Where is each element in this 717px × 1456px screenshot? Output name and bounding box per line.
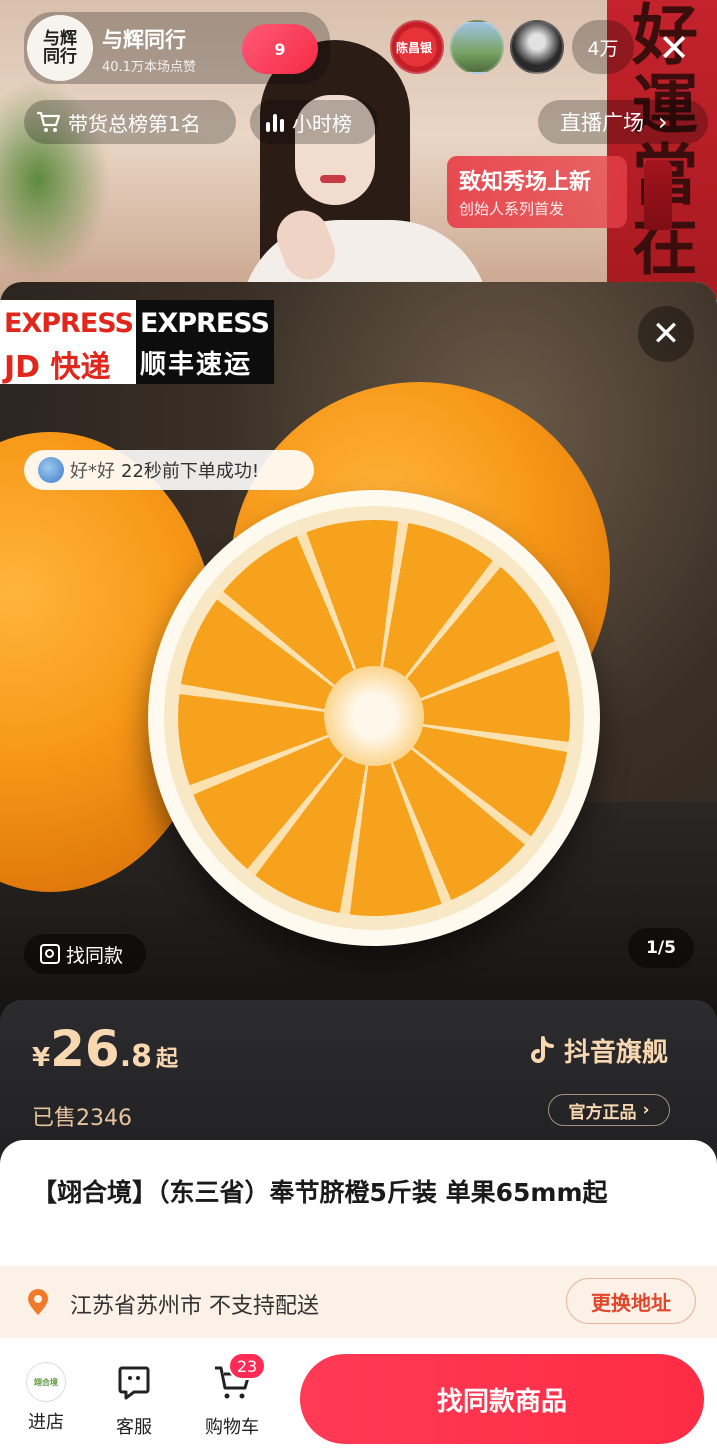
live-plaza-label: 直播广场: [560, 111, 644, 135]
viewer-count[interactable]: 4万: [572, 20, 634, 74]
change-address-button[interactable]: 更换地址: [566, 1278, 696, 1324]
flagship-store-label[interactable]: 抖音旗舰: [528, 1032, 668, 1069]
customer-service-label: 客服: [116, 1417, 152, 1438]
promo-card[interactable]: 致知秀场上新 创始人系列首发: [447, 156, 627, 228]
shop-logo-icon: 翊合境: [26, 1362, 66, 1402]
shop-tab-label: 进店: [28, 1412, 64, 1433]
toast-text: 22秒前下单成功!: [121, 461, 260, 482]
close-live-icon[interactable]: ✕: [652, 26, 696, 70]
cart-label: 购物车: [205, 1417, 259, 1438]
hour-rank-label: 小时榜: [292, 111, 352, 136]
find-similar-label: 找同款: [66, 944, 124, 967]
sf-express-badge: EXPRESS 顺丰速运: [136, 300, 274, 384]
scan-icon: [40, 944, 60, 964]
price: ¥ 26 .8 起: [32, 1020, 178, 1078]
product-title: 【翊合境】（东三省）奉节脐橙5斤装 单果65mm起: [32, 1178, 608, 1207]
product-sheet: EXPRESS JD 快递 EXPRESS 顺丰速运 ✕ 好*好 22秒前下单成…: [0, 282, 717, 1456]
host-info[interactable]: 与辉 同行 与辉同行 40.1万本场点赞 9: [24, 12, 330, 84]
image-page-indicator: 1/5: [628, 928, 694, 968]
douyin-note-icon: [531, 1035, 554, 1063]
order-toast: 好*好 22秒前下单成功!: [24, 450, 314, 490]
chat-icon: [118, 1366, 150, 1400]
sold-count: 已售2346: [32, 1106, 132, 1131]
viewer-avatar[interactable]: [510, 20, 564, 74]
host-avatar[interactable]: 与辉 同行: [27, 15, 93, 81]
sales-rank-label: 带货总榜第1名: [68, 111, 201, 136]
sales-rank-button[interactable]: 带货总榜第1名: [24, 100, 236, 144]
find-similar-button[interactable]: 找同款: [24, 934, 146, 974]
cart-icon: [37, 111, 61, 132]
jd-express-badge: EXPRESS JD 快递: [0, 300, 136, 385]
address-text: 江苏省苏州市 不支持配送: [70, 1294, 319, 1319]
buyer-avatar: [38, 457, 64, 483]
follow-heart-button[interactable]: 9: [242, 24, 318, 74]
bar-chart-icon: [266, 112, 286, 132]
close-icon[interactable]: ✕: [638, 306, 694, 362]
chevron-right-icon: ›: [658, 108, 668, 136]
official-genuine-badge[interactable]: 官方正品 ›: [548, 1094, 670, 1126]
promo-subtitle: 创始人系列首发: [459, 200, 565, 218]
promo-title: 致知秀场上新: [459, 170, 592, 195]
follow-count: 9: [274, 39, 286, 59]
delivery-address-bar[interactable]: 江苏省苏州市 不支持配送 更换地址: [0, 1266, 717, 1338]
find-similar-products-button[interactable]: 找同款商品: [300, 1354, 704, 1444]
shop-tab[interactable]: 翊合境 进店: [6, 1362, 86, 1434]
viewer-avatar[interactable]: [450, 20, 504, 74]
host-likes: 40.1万本场点赞: [102, 60, 196, 75]
buyer-name: 好*好: [70, 461, 115, 482]
location-pin-icon: [28, 1289, 48, 1315]
customer-service-tab[interactable]: 客服: [94, 1362, 174, 1439]
viewer-avatar[interactable]: 陈昌银: [390, 20, 444, 74]
chevron-right-icon: ›: [636, 1100, 650, 1120]
hour-rank-button[interactable]: 小时榜: [250, 100, 378, 144]
live-plaza-button[interactable]: 直播广场 ›: [538, 100, 708, 144]
orange-half: [148, 490, 600, 946]
product-image[interactable]: EXPRESS JD 快递 EXPRESS 顺丰速运 ✕ 好*好 22秒前下单成…: [0, 282, 717, 1022]
promo-dress-image[interactable]: [644, 160, 672, 230]
bottom-action-bar: 翊合境 进店 客服 购物车 23 找同款商品: [0, 1338, 717, 1456]
host-name: 与辉同行: [102, 28, 186, 52]
cart-count-badge: 23: [228, 1352, 266, 1380]
